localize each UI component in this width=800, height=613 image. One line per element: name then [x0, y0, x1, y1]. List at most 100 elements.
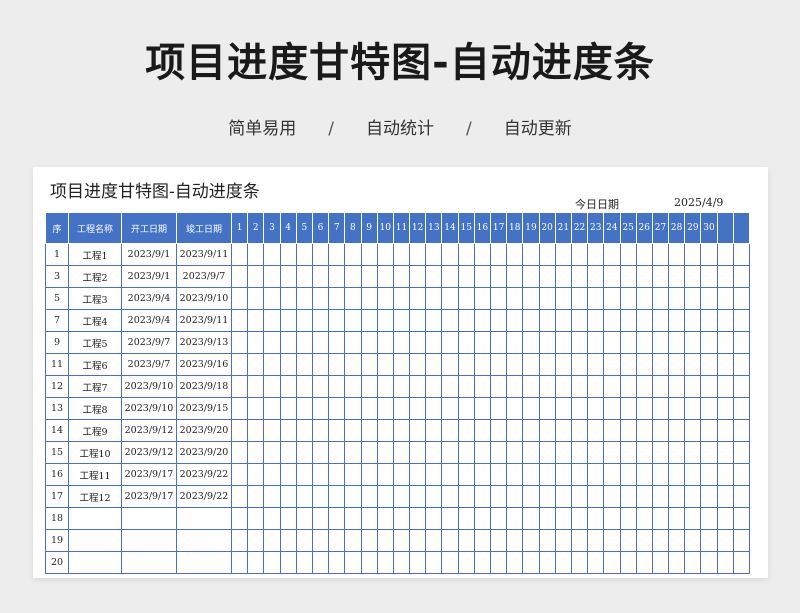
day-cell[interactable]	[311, 419, 330, 442]
day-cell[interactable]	[522, 375, 540, 398]
day-cell[interactable]	[311, 507, 330, 530]
cell-start[interactable]	[121, 507, 177, 530]
day-cell[interactable]	[538, 485, 556, 508]
day-cell[interactable]	[522, 243, 540, 266]
day-cell[interactable]	[409, 507, 427, 530]
day-cell[interactable]	[295, 485, 313, 508]
day-cell[interactable]	[425, 507, 443, 530]
day-cell[interactable]	[311, 265, 330, 288]
cell-seq[interactable]: 11	[45, 353, 69, 376]
day-cell[interactable]	[230, 243, 249, 266]
cell-start[interactable]: 2023/9/7	[121, 353, 177, 376]
day-cell[interactable]	[554, 485, 572, 508]
day-cell[interactable]	[473, 243, 492, 266]
day-cell[interactable]	[360, 529, 378, 552]
day-cell[interactable]	[684, 551, 702, 574]
day-cell[interactable]	[587, 353, 605, 376]
day-cell[interactable]	[457, 243, 475, 266]
day-cell[interactable]	[587, 463, 605, 486]
day-cell[interactable]	[570, 353, 589, 376]
day-cell[interactable]	[295, 331, 313, 354]
day-cell[interactable]	[716, 485, 734, 508]
day-cell[interactable]	[279, 309, 297, 332]
day-cell[interactable]	[263, 485, 281, 508]
day-cell[interactable]	[570, 331, 589, 354]
cell-start[interactable]: 2023/9/17	[121, 485, 177, 508]
cell-name[interactable]: 工程7	[68, 375, 122, 398]
day-cell[interactable]	[441, 265, 459, 288]
day-cell[interactable]	[732, 551, 751, 574]
day-cell[interactable]	[295, 419, 313, 442]
cell-name[interactable]	[68, 529, 122, 552]
cell-end[interactable]: 2023/9/11	[176, 309, 232, 332]
day-cell[interactable]	[538, 507, 556, 530]
day-cell[interactable]	[506, 419, 524, 442]
cell-seq[interactable]: 17	[45, 485, 69, 508]
cell-start[interactable]: 2023/9/7	[121, 331, 177, 354]
day-cell[interactable]	[376, 353, 394, 376]
day-cell[interactable]	[311, 287, 330, 310]
day-cell[interactable]	[247, 419, 265, 442]
day-cell[interactable]	[328, 331, 346, 354]
day-cell[interactable]	[473, 265, 492, 288]
day-cell[interactable]	[279, 331, 297, 354]
day-cell[interactable]	[230, 265, 249, 288]
day-cell[interactable]	[700, 353, 718, 376]
day-cell[interactable]	[489, 397, 508, 420]
day-cell[interactable]	[473, 419, 492, 442]
day-cell[interactable]	[311, 441, 330, 464]
day-cell[interactable]	[489, 529, 508, 552]
day-cell[interactable]	[360, 331, 378, 354]
day-cell[interactable]	[295, 551, 313, 574]
day-cell[interactable]	[473, 441, 492, 464]
day-cell[interactable]	[570, 243, 589, 266]
day-cell[interactable]	[409, 551, 427, 574]
day-cell[interactable]	[587, 551, 605, 574]
day-cell[interactable]	[587, 397, 605, 420]
day-cell[interactable]	[716, 353, 734, 376]
day-cell[interactable]	[425, 551, 443, 574]
day-cell[interactable]	[457, 463, 475, 486]
day-cell[interactable]	[376, 529, 394, 552]
day-cell[interactable]	[635, 529, 653, 552]
cell-seq[interactable]: 12	[45, 375, 69, 398]
day-cell[interactable]	[570, 419, 589, 442]
day-cell[interactable]	[376, 243, 394, 266]
day-cell[interactable]	[700, 419, 718, 442]
day-cell[interactable]	[538, 375, 556, 398]
day-cell[interactable]	[651, 309, 670, 332]
day-cell[interactable]	[473, 353, 492, 376]
day-cell[interactable]	[279, 551, 297, 574]
day-cell[interactable]	[311, 243, 330, 266]
day-cell[interactable]	[700, 485, 718, 508]
day-cell[interactable]	[473, 463, 492, 486]
day-cell[interactable]	[409, 463, 427, 486]
day-cell[interactable]	[619, 375, 637, 398]
day-cell[interactable]	[619, 287, 637, 310]
day-cell[interactable]	[603, 265, 621, 288]
day-cell[interactable]	[700, 287, 718, 310]
day-cell[interactable]	[700, 331, 718, 354]
day-cell[interactable]	[311, 463, 330, 486]
day-cell[interactable]	[425, 287, 443, 310]
day-cell[interactable]	[538, 529, 556, 552]
day-cell[interactable]	[700, 243, 718, 266]
cell-seq[interactable]: 20	[45, 551, 69, 574]
day-cell[interactable]	[716, 397, 734, 420]
day-cell[interactable]	[457, 529, 475, 552]
day-cell[interactable]	[392, 551, 411, 574]
day-cell[interactable]	[684, 309, 702, 332]
day-cell[interactable]	[392, 309, 411, 332]
day-cell[interactable]	[570, 441, 589, 464]
day-cell[interactable]	[603, 529, 621, 552]
day-cell[interactable]	[522, 507, 540, 530]
day-cell[interactable]	[554, 331, 572, 354]
day-cell[interactable]	[587, 287, 605, 310]
day-cell[interactable]	[247, 529, 265, 552]
day-cell[interactable]	[538, 309, 556, 332]
day-cell[interactable]	[619, 353, 637, 376]
cell-seq[interactable]: 13	[45, 397, 69, 420]
cell-start[interactable]: 2023/9/12	[121, 441, 177, 464]
day-cell[interactable]	[263, 375, 281, 398]
day-cell[interactable]	[603, 551, 621, 574]
